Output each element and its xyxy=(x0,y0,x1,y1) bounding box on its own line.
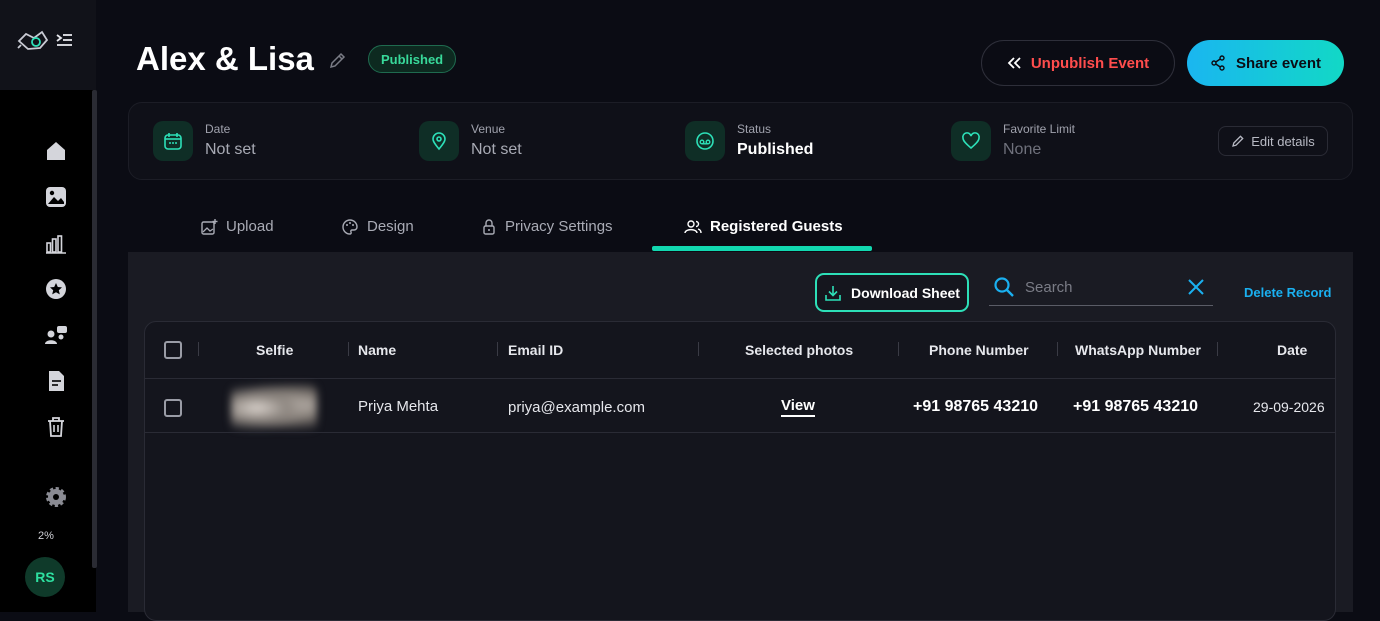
calendar-icon xyxy=(153,121,193,161)
date-label: Date xyxy=(205,122,231,136)
tab-privacy-settings-label: Privacy Settings xyxy=(505,218,613,235)
selfie-thumbnail[interactable] xyxy=(231,384,317,432)
status-value: Published xyxy=(737,141,814,158)
page-title: Alex & Lisa xyxy=(136,40,314,77)
tab-registered-guests-label: Registered Guests xyxy=(710,218,843,235)
share-event-button[interactable]: Share event xyxy=(1187,40,1344,86)
share-icon xyxy=(1211,55,1225,71)
edit-title-icon[interactable] xyxy=(328,50,348,70)
column-header-email: Email ID xyxy=(508,342,564,358)
guest-whatsapp: +91 98765 43210 xyxy=(1073,398,1199,415)
tab-upload-label: Upload xyxy=(226,218,274,235)
guests-table: Selfie Name Email ID Selected photos Pho… xyxy=(144,321,1336,621)
collapse-sidebar-icon[interactable] xyxy=(55,32,73,48)
share-event-label: Share event xyxy=(1235,54,1322,72)
storage-usage: 2% xyxy=(38,530,54,542)
settings-icon[interactable] xyxy=(44,485,68,509)
image-plus-icon xyxy=(201,219,218,235)
home-icon[interactable] xyxy=(44,139,68,163)
lock-icon xyxy=(483,219,495,235)
delete-record-link[interactable]: Delete Record xyxy=(1244,285,1331,300)
search-input[interactable] xyxy=(1025,275,1175,299)
active-tab-indicator xyxy=(652,246,872,251)
status-icon xyxy=(685,121,725,161)
view-selected-photos-link[interactable]: View xyxy=(781,397,815,417)
guest-date: 29-09-2026 xyxy=(1253,399,1325,415)
column-header-phone-number: Phone Number xyxy=(929,342,1029,358)
sidebar-scrollbar[interactable] xyxy=(92,90,97,568)
column-header-date: Date xyxy=(1277,342,1308,358)
guest-phone: +91 98765 43210 xyxy=(913,398,1039,415)
heart-icon xyxy=(951,121,991,161)
download-sheet-label: Download Sheet xyxy=(851,284,960,301)
status-badge: Published xyxy=(368,45,457,73)
edit-details-button[interactable]: Edit details xyxy=(1218,126,1328,156)
star-icon[interactable] xyxy=(44,277,68,301)
guest-email: priya@example.com xyxy=(508,399,645,416)
gallery-icon[interactable] xyxy=(44,185,68,209)
close-icon[interactable] xyxy=(1187,278,1205,296)
download-icon xyxy=(825,285,841,301)
search-box xyxy=(989,271,1213,306)
column-header-whatsapp-number: WhatsApp Number xyxy=(1075,342,1201,358)
select-all-checkbox[interactable] xyxy=(164,341,182,359)
guest-name: Priya Mehta xyxy=(358,398,439,415)
venue-value: Not set xyxy=(471,141,522,158)
favorite-limit-value: None xyxy=(1003,141,1042,158)
date-value: Not set xyxy=(205,141,256,158)
header-divider xyxy=(145,378,1335,379)
location-pin-icon xyxy=(419,121,459,161)
row-divider xyxy=(145,432,1335,433)
status-label: Status xyxy=(737,122,772,136)
document-icon[interactable] xyxy=(44,369,68,393)
column-header-name: Name xyxy=(358,342,397,358)
tab-upload[interactable]: Upload xyxy=(200,208,274,252)
edit-details-label: Edit details xyxy=(1251,133,1315,149)
row-checkbox[interactable] xyxy=(164,399,182,417)
tab-design-label: Design xyxy=(367,218,414,235)
tab-privacy-settings[interactable]: Privacy Settings xyxy=(481,208,613,252)
tab-design[interactable]: Design xyxy=(341,208,414,252)
favorite-limit-label: Favorite Limit xyxy=(1003,122,1076,136)
download-sheet-button[interactable]: Download Sheet xyxy=(815,273,969,312)
team-icon[interactable] xyxy=(44,323,68,347)
unpublish-event-button[interactable]: Unpublish Event xyxy=(981,40,1175,86)
column-header-selfie: Selfie xyxy=(256,342,294,358)
analytics-icon[interactable] xyxy=(44,231,68,255)
event-info-bar: Date Not set Venue Not set Status Publis… xyxy=(128,102,1353,180)
double-chevron-left-icon xyxy=(1007,57,1021,69)
palette-icon xyxy=(342,219,358,235)
venue-label: Venue xyxy=(471,122,506,136)
pencil-icon xyxy=(1232,135,1244,147)
avatar[interactable]: RS xyxy=(25,557,65,597)
search-icon xyxy=(994,277,1014,297)
logo-icon xyxy=(17,30,49,50)
users-icon xyxy=(684,220,702,234)
unpublish-event-label: Unpublish Event xyxy=(1030,54,1150,72)
trash-icon[interactable] xyxy=(44,415,68,439)
column-header-selected-photos: Selected photos xyxy=(745,342,854,358)
